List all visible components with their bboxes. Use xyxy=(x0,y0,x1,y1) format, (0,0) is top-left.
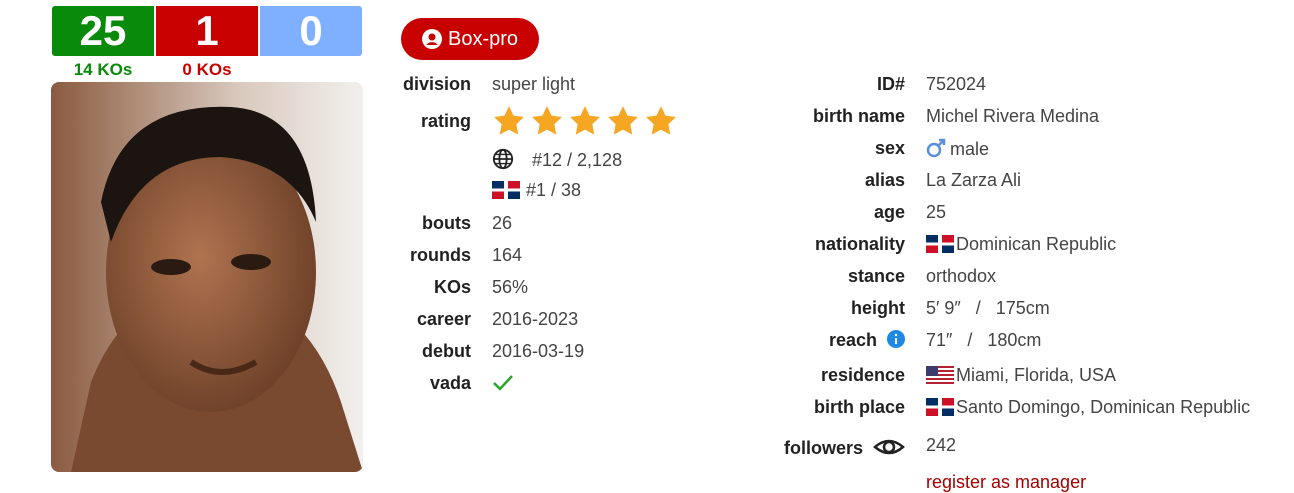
reach-label-text: reach xyxy=(828,330,877,350)
losses-count: 1 xyxy=(155,5,259,57)
kos-value: 56% xyxy=(492,277,529,297)
info-icon[interactable] xyxy=(887,330,905,348)
world-rank-value: #12 / 2,128 xyxy=(532,150,623,170)
alias-label: alias xyxy=(864,170,905,190)
id-value: 752024 xyxy=(926,74,987,94)
stance-label: stance xyxy=(847,266,905,286)
dominican-flag-icon xyxy=(926,398,954,416)
user-circle-icon xyxy=(421,29,442,49)
birth-place-label: birth place xyxy=(813,397,905,417)
eye-icon[interactable] xyxy=(873,435,905,459)
kos-label: KOs xyxy=(433,277,471,297)
country-rank[interactable]: #1 / 38 xyxy=(492,180,581,201)
age-label: age xyxy=(873,202,905,222)
followers-value: 242 xyxy=(926,435,957,455)
division-label: division xyxy=(402,74,471,94)
register-manager-link[interactable]: register as manager xyxy=(926,472,1086,493)
wins-count: 25 xyxy=(51,5,155,57)
record-bar: 25 1 0 xyxy=(51,5,363,57)
country-rank-value: #1 / 38 xyxy=(526,180,582,200)
debut-label: debut xyxy=(422,341,471,361)
rating-label: rating xyxy=(420,111,471,131)
height-label: height xyxy=(851,298,905,318)
globe-icon xyxy=(492,148,514,170)
usa-flag-icon xyxy=(926,366,954,384)
vada-label: vada xyxy=(429,373,471,393)
star-icon xyxy=(532,106,562,135)
star-icon xyxy=(494,106,524,135)
box-pro-badge[interactable]: Box-pro xyxy=(401,18,539,60)
star-icon xyxy=(608,106,638,135)
bouts-value: 26 xyxy=(492,213,513,233)
followers-label-text: followers xyxy=(783,438,863,458)
rounds-label: rounds xyxy=(410,245,471,265)
sex-text: male xyxy=(950,139,990,159)
id-label: ID# xyxy=(876,74,905,94)
reach-value: 71″ / 180cm xyxy=(926,330,1042,350)
reach-label: reach xyxy=(829,330,905,351)
dominican-flag-icon xyxy=(926,235,954,253)
nationality-label: nationality xyxy=(814,234,905,254)
checkmark-icon xyxy=(493,375,513,391)
alias-value: La Zarza Ali xyxy=(926,170,1022,190)
star-icon xyxy=(646,106,676,135)
nationality-text: Dominican Republic xyxy=(956,234,1117,254)
debut-value[interactable]: 2016-03-19 xyxy=(492,341,584,362)
birth-name-value: Michel Rivera Medina xyxy=(926,106,1100,126)
dominican-flag-icon xyxy=(492,181,520,199)
residence-label: residence xyxy=(820,365,905,385)
career-value: 2016-2023 xyxy=(492,309,579,329)
sex-label: sex xyxy=(874,138,905,158)
bouts-label: bouts xyxy=(422,213,471,233)
boxer-photo xyxy=(51,82,363,472)
rounds-value: 164 xyxy=(492,245,523,265)
residence-value[interactable]: Miami, Florida, USA xyxy=(926,365,1116,386)
star-icon xyxy=(570,106,600,135)
badge-label: Box-pro xyxy=(447,27,519,50)
division-value: super light xyxy=(492,74,576,94)
residence-text: Miami, Florida, USA xyxy=(956,365,1117,385)
birth-name-label: birth name xyxy=(812,106,905,126)
career-label: career xyxy=(416,309,471,329)
height-value: 5′ 9″ / 175cm xyxy=(926,298,1050,318)
sex-value: male xyxy=(926,138,989,160)
rating-stars xyxy=(492,104,678,138)
birth-place-value[interactable]: Santo Domingo, Dominican Republic xyxy=(926,397,1250,418)
win-kos: 14 KOs xyxy=(73,60,133,79)
loss-kos: 0 KOs xyxy=(182,60,232,79)
male-icon xyxy=(926,138,946,158)
age-value: 25 xyxy=(926,202,947,222)
draws-count: 0 xyxy=(259,5,363,57)
nationality-value[interactable]: Dominican Republic xyxy=(926,234,1116,255)
birth-place-text: Santo Domingo, Dominican Republic xyxy=(956,397,1251,417)
world-rank[interactable]: #12 / 2,128 xyxy=(492,148,622,171)
stance-value: orthodox xyxy=(926,266,997,286)
followers-label: followers xyxy=(784,435,905,459)
